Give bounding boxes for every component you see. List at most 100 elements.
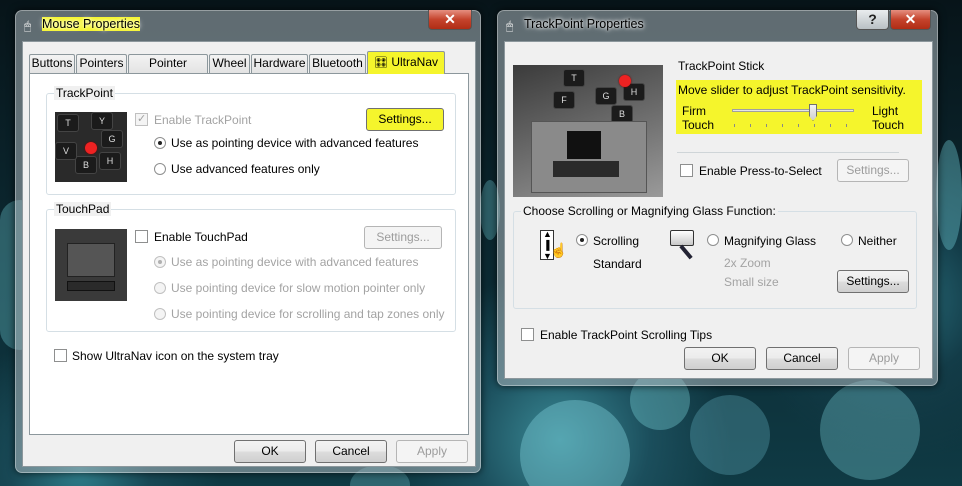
ultranav-icon: 🎛: [374, 57, 388, 69]
sensitivity-slider[interactable]: [730, 104, 856, 130]
scroll-function-group: Choose Scrolling or Magnifying Glass Fun…: [513, 204, 917, 309]
slider-tick: [798, 124, 799, 127]
press-select-settings-button[interactable]: Settings...: [837, 159, 909, 182]
enable-trackpoint-checkbox[interactable]: [135, 112, 148, 126]
tab-hardware[interactable]: Hardware: [251, 54, 308, 73]
key-v: V: [55, 142, 77, 160]
trackpoint-stick-group: TrackPoint Stick Move slider to adjust T…: [673, 59, 922, 148]
touchpad-group-title: TouchPad: [54, 202, 112, 216]
key-g: G: [101, 130, 123, 148]
close-icon: ✕: [904, 11, 917, 27]
mouse-titlebar[interactable]: 🖱 Mouse Properties ✕: [16, 10, 480, 39]
key-t: T: [57, 114, 79, 132]
trackpoint-titlebar[interactable]: 🖱 TrackPoint Properties ? ✕: [498, 10, 937, 39]
mouse-app-icon: 🖱: [24, 19, 32, 33]
hand-cursor-icon: ☝: [550, 242, 568, 258]
tab-buttons[interactable]: Buttons: [29, 54, 75, 73]
trackpoint-stick-group-title: TrackPoint Stick: [676, 59, 767, 73]
touchpad-slow-radio[interactable]: [154, 282, 166, 294]
close-icon: ✕: [444, 11, 456, 27]
help-button[interactable]: ?: [856, 10, 889, 30]
touchpad-scroll-radio[interactable]: [154, 308, 166, 320]
help-icon: ?: [868, 11, 877, 27]
trackpoint-client-area: T G H B F TrackPoint Stick Move slider t…: [504, 41, 933, 379]
trackpoint-settings-button[interactable]: Settings...: [366, 108, 444, 131]
stick-divider: [677, 152, 899, 153]
touchpad-group: TouchPad Enable TouchPad Settings... Use…: [46, 202, 456, 332]
key-b: B: [75, 156, 97, 174]
trackpoint-stick-image: T G H B F: [513, 65, 663, 197]
mouse-close-button[interactable]: ✕: [428, 10, 472, 30]
trackpoint-window-title: TrackPoint Properties: [524, 17, 644, 31]
press-to-select-checkbox[interactable]: [680, 164, 693, 177]
mouse-apply-button[interactable]: Apply: [396, 440, 468, 463]
trackpoint-advanced-radio[interactable]: [154, 137, 166, 149]
mouse-window-title: Mouse Properties: [42, 17, 140, 31]
mouse-properties-window: 🖱 Mouse Properties ✕ Buttons Pointers Po…: [15, 10, 481, 473]
trackpoint-cancel-button[interactable]: Cancel: [766, 347, 838, 370]
enable-touchpad-checkbox[interactable]: [135, 230, 148, 243]
background-bokeh: [690, 395, 770, 475]
touchpad-buttons: [553, 161, 619, 177]
neither-radio[interactable]: [841, 234, 853, 246]
touchpad-scroll-label: Use pointing device for scrolling and ta…: [171, 307, 445, 321]
scrolling-mode-label: Standard: [593, 257, 642, 271]
press-to-select-label: Enable Press-to-Select: [699, 164, 822, 178]
slider-tick: [750, 124, 751, 127]
scroll-function-group-title: Choose Scrolling or Magnifying Glass Fun…: [521, 204, 778, 218]
enable-trackpoint-label: Enable TrackPoint: [154, 113, 252, 127]
scrolling-tips-checkbox[interactable]: [521, 328, 534, 341]
show-tray-icon-label: Show UltraNav icon on the system tray: [72, 349, 279, 363]
touchpad-slow-label: Use pointing device for slow motion poin…: [171, 281, 426, 295]
firm-label-2: Touch: [682, 118, 715, 132]
show-tray-icon-checkbox[interactable]: [54, 349, 67, 362]
touchpad-settings-button[interactable]: Settings...: [364, 226, 442, 249]
slider-tick: [830, 124, 831, 127]
touchpad-advanced-radio[interactable]: [154, 256, 166, 268]
trackpoint-ok-button[interactable]: OK: [684, 347, 756, 370]
trackpoint-nub: [85, 142, 97, 154]
zoom-level-label: 2x Zoom: [724, 256, 771, 270]
tab-pointers[interactable]: Pointers: [76, 54, 127, 73]
trackpoint-close-button[interactable]: ✕: [890, 10, 931, 30]
neither-label: Neither: [858, 234, 897, 248]
slider-tick: [766, 124, 767, 127]
touchpad-image: [55, 229, 127, 301]
magnifying-glass-radio[interactable]: [707, 234, 719, 246]
tab-wheel[interactable]: Wheel: [209, 54, 250, 73]
magnifying-glass-icon: [670, 230, 696, 262]
tab-pointer-options[interactable]: Pointer Options: [128, 54, 208, 87]
tab-bluetooth[interactable]: Bluetooth: [309, 54, 366, 73]
touchpad-buttons: [67, 281, 115, 291]
slider-tick: [782, 124, 783, 127]
slider-tick: [814, 124, 815, 127]
trackpoint-features-only-label: Use advanced features only: [171, 162, 320, 176]
slider-track: [732, 109, 854, 112]
magnifying-glass-label: Magnifying Glass: [724, 234, 817, 248]
key-g: G: [595, 87, 617, 105]
key-y: Y: [91, 112, 113, 130]
trackpoint-apply-button[interactable]: Apply: [848, 347, 920, 370]
key-f: F: [553, 91, 575, 109]
tab-ultranav[interactable]: 🎛 UltraNav: [367, 51, 445, 74]
key-t: T: [563, 69, 585, 87]
background-bokeh: [820, 380, 920, 480]
firm-label-1: Firm: [682, 104, 706, 118]
background-bokeh: [520, 400, 630, 486]
mouse-tabstrip: Buttons Pointers Pointer Options Wheel H…: [29, 51, 469, 87]
magnifier-handle: [679, 244, 693, 260]
scrolling-radio[interactable]: [576, 234, 588, 246]
slider-tick: [734, 124, 735, 127]
slider-thumb[interactable]: [809, 104, 817, 121]
mouse-ok-button[interactable]: OK: [234, 440, 306, 463]
touchpad-surface: [67, 243, 115, 277]
middle-button: [567, 131, 601, 159]
trackpoint-properties-window: 🖱 TrackPoint Properties ? ✕ T G H B F Tr…: [497, 10, 938, 386]
trackpoint-nub: [619, 75, 631, 87]
enable-touchpad-label: Enable TouchPad: [154, 230, 248, 244]
scroll-settings-button[interactable]: Settings...: [837, 270, 909, 293]
mouse-cancel-button[interactable]: Cancel: [315, 440, 387, 463]
slider-tick: [846, 124, 847, 127]
ultranav-tabpanel: TrackPoint T Y G H B V Enable TrackPoint…: [29, 73, 469, 435]
trackpoint-features-only-radio[interactable]: [154, 163, 166, 175]
